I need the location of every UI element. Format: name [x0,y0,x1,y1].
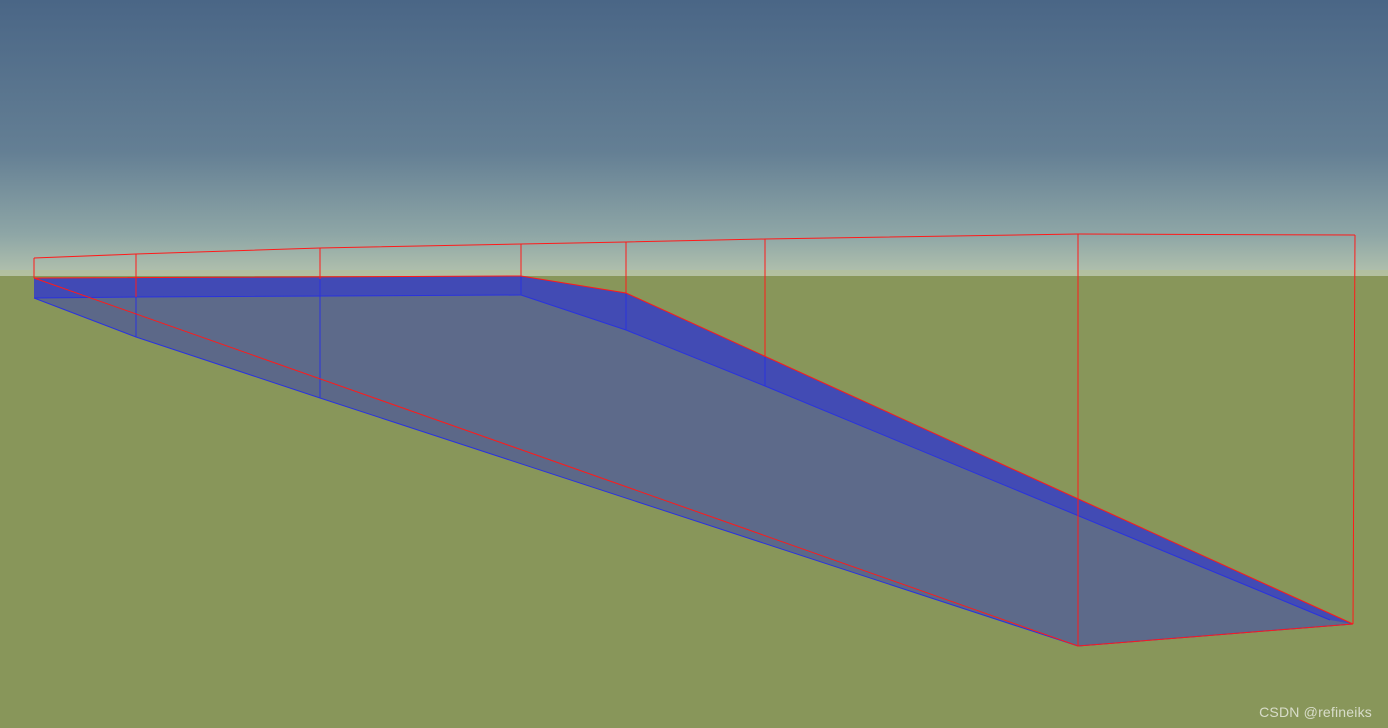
3d-viewport[interactable]: CSDN @refineiks [0,0,1388,728]
mesh-back-side-face[interactable] [34,276,521,298]
horizon-haze [0,270,1388,276]
scene-canvas[interactable] [0,0,1388,728]
watermark-text: CSDN @refineiks [1259,704,1372,720]
